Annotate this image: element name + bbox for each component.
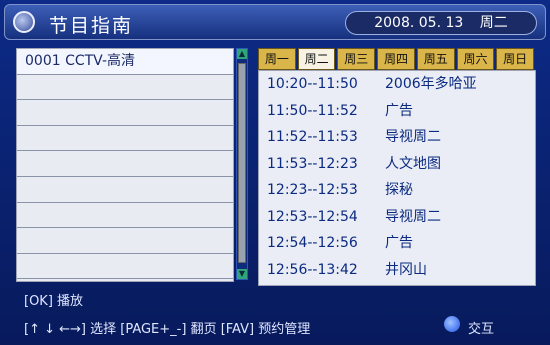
day-tabs: 周一 周二 周三 周四 周五 周六 周日 — [258, 48, 535, 70]
program-time: 12:56--13:42 — [267, 261, 358, 278]
channel-row[interactable] — [17, 228, 233, 254]
day-tab[interactable]: 周四 — [377, 48, 415, 70]
program-time: 10:20--11:50 — [267, 76, 358, 92]
channel-row[interactable] — [17, 254, 233, 280]
program-time: 12:23--12:53 — [267, 182, 358, 198]
program-name: 广告 — [385, 102, 413, 119]
channel-row[interactable] — [17, 100, 233, 126]
program-time: 11:52--11:53 — [267, 129, 358, 145]
channel-row[interactable] — [17, 177, 233, 203]
day-tab[interactable]: 周日 — [496, 48, 535, 70]
date-display: 2008. 05. 13 周二 — [345, 11, 537, 35]
program-row[interactable]: 12:56--13:42 井冈山 — [259, 257, 535, 284]
channel-row[interactable] — [17, 126, 233, 152]
interact-hint: 交互 — [468, 322, 495, 337]
program-time: 11:50--11:52 — [267, 102, 358, 119]
scroll-up-icon[interactable]: ▲ — [237, 49, 247, 59]
blue-button-icon — [444, 316, 460, 332]
channel-row[interactable] — [17, 75, 233, 101]
program-name: 探秘 — [385, 182, 413, 198]
ok-hint: [OK] 播放 — [24, 294, 84, 309]
program-row[interactable]: 12:54--12:56 广告 — [259, 230, 535, 257]
day-tab[interactable]: 周二 — [297, 48, 336, 70]
program-name: 人文地图 — [385, 155, 441, 172]
program-time: 12:53--12:54 — [267, 208, 358, 225]
header-bar: 节目指南 2008. 05. 13 周二 — [4, 4, 546, 40]
program-name: 井冈山 — [385, 261, 427, 278]
channel-list[interactable]: 0001 CCTV-高清 — [16, 48, 234, 282]
scroll-thumb[interactable] — [238, 63, 246, 263]
day-tab[interactable]: 周六 — [456, 48, 495, 70]
program-row[interactable]: 10:20--11:50 2006年多哈亚 — [259, 71, 535, 98]
program-time: 12:54--12:56 — [267, 235, 358, 251]
channel-scrollbar[interactable]: ▲ ▼ — [236, 48, 248, 280]
channel-row[interactable] — [17, 151, 233, 177]
page-title: 节目指南 — [49, 15, 134, 37]
day-tab[interactable]: 周一 — [258, 48, 296, 70]
program-name: 广告 — [385, 235, 413, 251]
epg-screen: 节目指南 2008. 05. 13 周二 0001 CCTV-高清 ▲ ▼ 周一… — [0, 0, 550, 345]
program-time: 11:53--12:23 — [267, 155, 358, 172]
program-row[interactable]: 12:23--12:53 探秘 — [259, 177, 535, 204]
program-list[interactable]: 10:20--11:50 2006年多哈亚 11:50--11:52 广告 11:52-… — [258, 70, 536, 286]
logo-icon — [13, 11, 35, 33]
channel-panel: 0001 CCTV-高清 ▲ ▼ — [16, 44, 250, 284]
day-tab[interactable]: 周五 — [416, 48, 455, 70]
program-name: 2006年多哈亚 — [385, 76, 477, 92]
weekday-text: 周二 — [479, 15, 508, 31]
program-name: 导视周二 — [385, 208, 441, 225]
program-row[interactable]: 11:52--11:53 导视周二 — [259, 124, 535, 151]
day-tab[interactable]: 周三 — [337, 48, 376, 70]
program-row[interactable]: 12:53--12:54 导视周二 — [259, 204, 535, 231]
program-row[interactable]: 11:53--12:23 人文地图 — [259, 151, 535, 178]
channel-row[interactable] — [17, 203, 233, 229]
program-name: 导视周二 — [385, 129, 441, 145]
scroll-down-icon[interactable]: ▼ — [237, 269, 247, 279]
program-row[interactable]: 11:50--11:52 广告 — [259, 98, 535, 125]
date-text: 2008. 05. 13 — [374, 15, 464, 31]
channel-row[interactable]: 0001 CCTV-高清 — [17, 49, 233, 75]
